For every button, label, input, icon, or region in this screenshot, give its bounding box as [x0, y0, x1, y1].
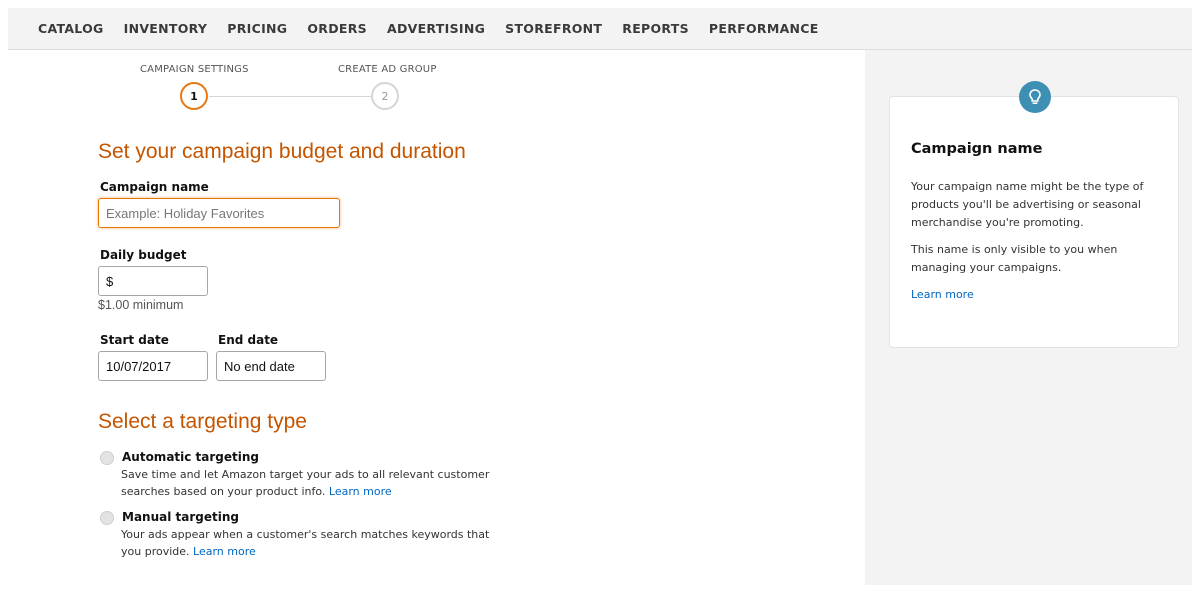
- step-2-label: CREATE AD GROUP: [338, 64, 437, 75]
- help-card-learn-more-link[interactable]: Learn more: [911, 288, 974, 301]
- start-date-label: Start date: [100, 333, 169, 347]
- main-content: [65, 50, 865, 585]
- daily-budget-label: Daily budget: [100, 248, 187, 262]
- campaign-name-label: Campaign name: [100, 180, 209, 194]
- step-2-circle[interactable]: 2: [371, 82, 399, 110]
- nav-item-inventory[interactable]: INVENTORY: [124, 21, 208, 36]
- campaign-name-input[interactable]: [98, 198, 340, 228]
- daily-budget-input[interactable]: [98, 266, 208, 296]
- manual-targeting-text: Your ads appear when a customer's search…: [121, 528, 490, 558]
- nav-item-orders[interactable]: ORDERS: [307, 21, 367, 36]
- manual-targeting-learn-more-link[interactable]: Learn more: [193, 545, 256, 558]
- nav-item-reports[interactable]: REPORTS: [622, 21, 689, 36]
- budget-section-heading: Set your campaign budget and duration: [98, 140, 466, 163]
- automatic-targeting-description: Save time and let Amazon target your ads…: [121, 466, 511, 500]
- nav-item-advertising[interactable]: ADVERTISING: [387, 21, 485, 36]
- nav-item-catalog[interactable]: CATALOG: [38, 21, 104, 36]
- help-card-title: Campaign name: [911, 141, 1043, 157]
- targeting-section-heading: Select a targeting type: [98, 410, 307, 433]
- daily-budget-hint: $1.00 minimum: [98, 298, 184, 312]
- manual-targeting-description: Your ads appear when a customer's search…: [121, 526, 511, 560]
- top-navigation: CATALOG INVENTORY PRICING ORDERS ADVERTI…: [8, 8, 1192, 50]
- manual-targeting-title: Manual targeting: [122, 510, 239, 524]
- automatic-targeting-text: Save time and let Amazon target your ads…: [121, 468, 490, 498]
- help-card-paragraph-2: This name is only visible to you when ma…: [911, 243, 1118, 274]
- nav-item-pricing[interactable]: PRICING: [227, 21, 287, 36]
- help-card-paragraph-1: Your campaign name might be the type of …: [911, 180, 1144, 229]
- step-1-label: CAMPAIGN SETTINGS: [140, 64, 249, 75]
- automatic-targeting-radio[interactable]: [100, 451, 114, 465]
- lightbulb-icon: [1019, 81, 1051, 113]
- stepper-connector: [209, 96, 371, 97]
- manual-targeting-radio[interactable]: [100, 511, 114, 525]
- nav-item-performance[interactable]: PERFORMANCE: [709, 21, 819, 36]
- start-date-input[interactable]: [98, 351, 208, 381]
- end-date-label: End date: [218, 333, 279, 347]
- automatic-targeting-title: Automatic targeting: [122, 450, 260, 464]
- automatic-targeting-learn-more-link[interactable]: Learn more: [329, 485, 392, 498]
- end-date-input[interactable]: [216, 351, 326, 381]
- nav-item-storefront[interactable]: STOREFRONT: [505, 21, 602, 36]
- step-1-circle[interactable]: 1: [180, 82, 208, 110]
